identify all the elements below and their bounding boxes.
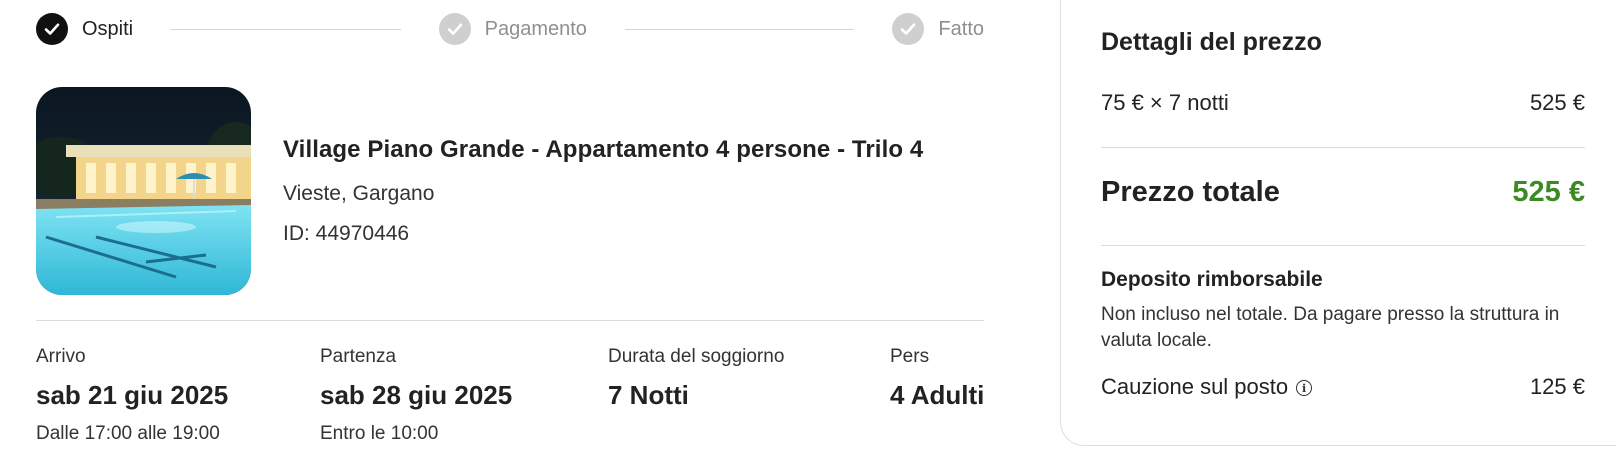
step-label: Fatto xyxy=(938,17,984,40)
listing-summary: Village Piano Grande - Appartamento 4 pe… xyxy=(36,86,984,296)
stay-details: Arrivo sab 21 giu 2025 Dalle 17:00 alle … xyxy=(36,346,984,456)
arrival-column: Arrivo sab 21 giu 2025 Dalle 17:00 alle … xyxy=(36,346,228,445)
booking-page: Ospiti Pagamento Fatto Village Piano Gra… xyxy=(0,0,1616,464)
hotel-pool-night-photo xyxy=(36,87,251,295)
check-icon xyxy=(892,13,925,45)
step-ospiti[interactable]: Ospiti xyxy=(36,13,133,45)
caution-value: 125 € xyxy=(1529,374,1585,399)
nights-price-label: 75 € × 7 notti xyxy=(1101,90,1229,115)
booking-stepper: Ospiti Pagamento Fatto xyxy=(36,12,984,46)
section-divider xyxy=(36,320,984,321)
guests-value: 4 Adulti xyxy=(890,380,985,410)
price-divider xyxy=(1101,245,1585,246)
duration-column: Durata del soggiorno 7 Notti xyxy=(608,346,784,411)
arrival-date: sab 21 giu 2025 xyxy=(36,380,229,410)
departure-time: Entro le 10:00 xyxy=(320,423,439,444)
check-icon xyxy=(438,13,471,45)
price-heading: Dettagli del prezzo xyxy=(1101,28,1322,56)
info-icon[interactable]: i xyxy=(1296,380,1313,397)
total-price-row: Prezzo totale 525 € xyxy=(1101,176,1585,209)
caution-label-group: Cauzione sul posto i xyxy=(1101,374,1313,400)
step-connector xyxy=(171,28,401,30)
listing-info: Village Piano Grande - Appartamento 4 pe… xyxy=(283,136,923,246)
listing-photo[interactable] xyxy=(36,87,251,295)
price-divider xyxy=(1101,147,1585,148)
arrival-label: Arrivo xyxy=(36,346,86,367)
listing-location: Vieste, Gargano xyxy=(283,182,435,205)
nights-price-row: 75 € × 7 notti 525 € xyxy=(1101,90,1585,116)
total-price-label: Prezzo totale xyxy=(1101,176,1280,208)
step-pagamento[interactable]: Pagamento xyxy=(438,13,587,45)
step-label: Pagamento xyxy=(484,17,587,40)
deposit-title: Deposito rimborsabile xyxy=(1101,268,1323,291)
duration-value: 7 Notti xyxy=(608,380,689,410)
guests-column: Pers 4 Adulti xyxy=(890,346,984,411)
departure-label: Partenza xyxy=(320,346,397,367)
caution-label: Cauzione sul posto xyxy=(1101,374,1289,399)
step-fatto[interactable]: Fatto xyxy=(892,13,984,45)
listing-id: ID: 44970446 xyxy=(283,222,410,245)
total-price-value: 525 € xyxy=(1512,176,1585,208)
caution-row: Cauzione sul posto i 125 € xyxy=(1101,374,1585,400)
step-connector xyxy=(624,28,855,30)
nights-price-value: 525 € xyxy=(1529,90,1585,115)
arrival-time: Dalle 17:00 alle 19:00 xyxy=(36,423,220,444)
price-details-panel: Dettagli del prezzo 75 € × 7 notti 525 €… xyxy=(1060,0,1616,446)
step-label: Ospiti xyxy=(82,17,134,40)
departure-date: sab 28 giu 2025 xyxy=(320,380,513,410)
duration-label: Durata del soggiorno xyxy=(608,346,785,367)
listing-title[interactable]: Village Piano Grande - Appartamento 4 pe… xyxy=(283,136,923,164)
check-icon xyxy=(36,13,68,45)
deposit-description: Non incluso nel totale. Da pagare presso… xyxy=(1101,304,1560,351)
departure-column: Partenza sab 28 giu 2025 Entro le 10:00 xyxy=(320,346,512,445)
guests-label: Pers xyxy=(890,346,930,367)
